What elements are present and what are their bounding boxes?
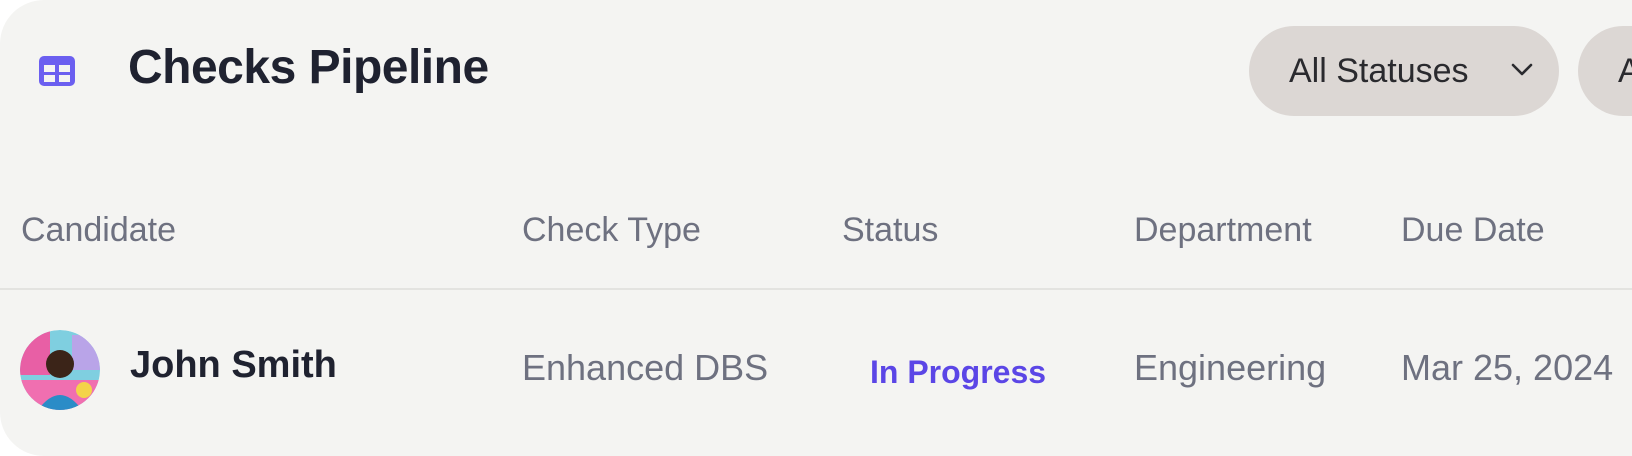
chevron-down-icon xyxy=(1511,63,1533,76)
column-header-due-date[interactable]: Due Date xyxy=(1401,211,1545,250)
column-header-status[interactable]: Status xyxy=(842,211,938,250)
candidate-name[interactable]: John Smith xyxy=(130,344,337,387)
department-cell: Engineering xyxy=(1134,347,1327,388)
column-header-candidate[interactable]: Candidate xyxy=(21,211,176,250)
card-header: Checks Pipeline All Statuses A xyxy=(0,0,1632,140)
status-filter-dropdown[interactable]: All Statuses xyxy=(1249,26,1559,116)
table-grid-icon xyxy=(39,56,75,86)
page-title: Checks Pipeline xyxy=(128,41,489,94)
column-header-check-type[interactable]: Check Type xyxy=(522,211,701,250)
second-filter-label: A xyxy=(1618,51,1632,90)
table-row[interactable]: John Smith Enhanced DBS In Progress Engi… xyxy=(0,292,1632,442)
second-filter-dropdown[interactable]: A xyxy=(1578,26,1632,116)
avatar xyxy=(20,330,100,410)
status-badge: In Progress xyxy=(870,354,1047,390)
due-date-cell: Mar 25, 2024 xyxy=(1401,347,1614,388)
status-filter-label: All Statuses xyxy=(1289,51,1469,90)
table-header: Candidate Check Type Status Department D… xyxy=(0,190,1632,290)
checks-pipeline-card: Checks Pipeline All Statuses A Candidate… xyxy=(0,0,1632,456)
column-header-department[interactable]: Department xyxy=(1134,211,1312,250)
check-type-cell: Enhanced DBS xyxy=(522,347,769,388)
